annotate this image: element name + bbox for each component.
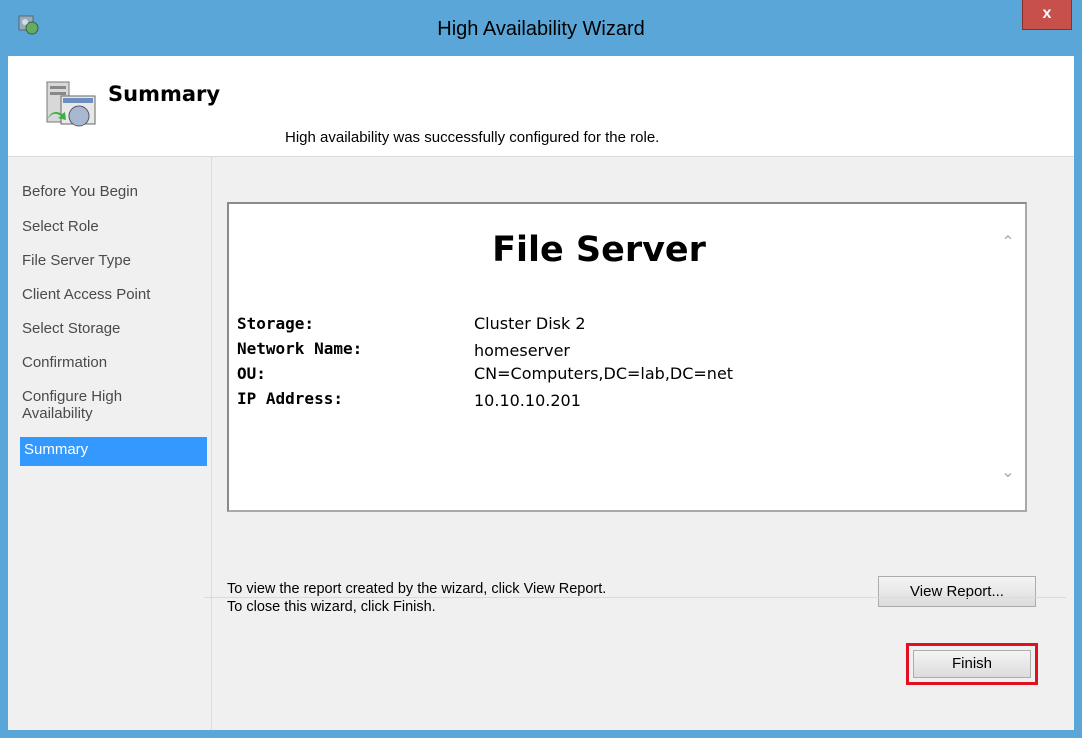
report-key: IP Address: — [237, 389, 343, 408]
report-key: OU: — [237, 364, 266, 383]
nav-step-select-role[interactable]: Select Role — [22, 218, 207, 235]
success-message: High availability was successfully confi… — [285, 129, 660, 146]
report-value: 10.10.10.201 — [474, 391, 581, 410]
report-heading: File Server — [492, 230, 706, 270]
report-key: Network Name: — [237, 339, 363, 358]
finish-button[interactable]: Finish — [913, 650, 1031, 678]
report-value: CN=Computers,DC=lab,DC=net — [474, 364, 734, 383]
nav-step-before-you-begin[interactable]: Before You Begin — [22, 183, 207, 200]
nav-step-file-server-type[interactable]: File Server Type — [22, 252, 207, 269]
nav-step-configure-high-availability[interactable]: Configure High Availability — [22, 388, 162, 422]
report-panel[interactable]: File Server Storage: Cluster Disk 2 Netw… — [227, 202, 1027, 512]
nav-step-client-access-point[interactable]: Client Access Point — [22, 286, 207, 303]
report-key: Storage: — [237, 314, 315, 333]
title-bar[interactable]: High Availability Wizard x — [0, 0, 1082, 56]
scroll-down-icon[interactable]: ⌄ — [999, 462, 1017, 481]
report-value: homeserver — [474, 341, 571, 360]
wizard-steps-nav: Before You Begin Select Role File Server… — [8, 157, 212, 730]
nav-step-summary[interactable]: Summary — [20, 437, 207, 466]
window-title: High Availability Wizard — [437, 18, 645, 40]
footer-divider — [204, 597, 1066, 598]
nav-step-confirmation[interactable]: Confirmation — [22, 354, 207, 371]
server-cluster-icon — [46, 81, 96, 127]
view-report-hint: To view the report created by the wizard… — [227, 581, 607, 597]
finish-hint: To close this wizard, click Finish. — [227, 599, 436, 615]
close-button[interactable]: x — [1022, 0, 1072, 30]
wizard-window: High Availability Wizard x Summary Befor… — [0, 0, 1082, 738]
scroll-up-icon[interactable]: ⌃ — [999, 232, 1017, 251]
nav-step-select-storage[interactable]: Select Storage — [22, 320, 207, 337]
page-title: Summary — [108, 82, 221, 106]
view-report-button[interactable]: View Report... — [878, 576, 1036, 607]
report-value: Cluster Disk 2 — [474, 314, 586, 333]
